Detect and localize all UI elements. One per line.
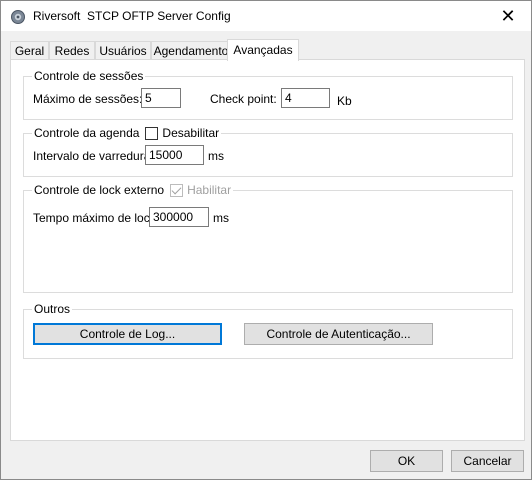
- tab-label: Redes: [54, 44, 90, 58]
- tab-label: Avançadas: [233, 43, 293, 57]
- close-icon: ✕: [500, 5, 516, 26]
- max-lock-time-unit: ms: [213, 211, 229, 225]
- checkpoint-label: Check point:: [210, 92, 277, 106]
- tab-redes[interactable]: Redes: [49, 41, 95, 60]
- scan-interval-unit: ms: [208, 149, 224, 163]
- max-sessions-input[interactable]: [141, 88, 181, 108]
- external-lock-group-label: Controle de lock externo: [34, 183, 165, 197]
- sessions-group: Controle de sessões Máximo de sessões: C…: [23, 69, 513, 120]
- enable-lock-label: Habilitar: [187, 183, 232, 197]
- external-lock-group-title: Controle de lock externo Habilitar: [32, 183, 234, 197]
- title-bar[interactable]: Riversoft STCP OFTP Server Config ✕: [1, 1, 531, 31]
- scan-interval-label: Intervalo de varredura:: [33, 149, 154, 163]
- schedule-group-title: Controle da agenda Desabilitar: [32, 126, 222, 140]
- others-group-title: Outros: [32, 302, 73, 316]
- auth-control-button[interactable]: Controle de Autenticação...: [244, 323, 433, 345]
- tab-usuarios[interactable]: Usuários: [95, 41, 151, 60]
- tab-avancadas[interactable]: Avançadas: [227, 39, 299, 61]
- external-lock-group: Controle de lock externo Habilitar Tempo…: [23, 183, 513, 293]
- max-lock-time-label: Tempo máximo de lock:: [33, 211, 160, 225]
- tab-label: Usuários: [99, 44, 147, 58]
- schedule-group-label: Controle da agenda: [34, 126, 140, 140]
- enable-lock-checkbox[interactable]: [170, 183, 184, 197]
- ok-button[interactable]: OK: [370, 450, 443, 472]
- scan-interval-input[interactable]: [145, 145, 204, 165]
- schedule-group: Controle da agenda Desabilitar Intervalo…: [23, 126, 513, 177]
- checkpoint-unit: Kb: [337, 94, 352, 108]
- close-button[interactable]: ✕: [485, 1, 531, 31]
- disable-schedule-label[interactable]: Desabilitar: [162, 126, 219, 140]
- sessions-group-title: Controle de sessões: [32, 69, 146, 83]
- max-sessions-label: Máximo de sessões:: [33, 92, 143, 106]
- cancel-button[interactable]: Cancelar: [451, 450, 524, 472]
- disable-schedule-checkbox[interactable]: [145, 126, 159, 140]
- app-gear-icon: [10, 9, 26, 25]
- tab-panel-avancadas: Controle de sessões Máximo de sessões: C…: [10, 59, 525, 441]
- others-group: Outros Controle de Log... Controle de Au…: [23, 302, 513, 359]
- log-control-button[interactable]: Controle de Log...: [33, 323, 222, 345]
- config-window: Riversoft STCP OFTP Server Config ✕ Gera…: [0, 0, 532, 480]
- tab-label: Agendamento: [153, 44, 229, 58]
- tab-strip: Geral Redes Usuários Agendamento Avançad…: [10, 39, 525, 61]
- tab-geral[interactable]: Geral: [10, 41, 49, 60]
- tab-agendamento[interactable]: Agendamento: [151, 41, 231, 60]
- tab-label: Geral: [14, 44, 45, 58]
- window-title: Riversoft STCP OFTP Server Config: [33, 9, 231, 23]
- max-lock-time-input[interactable]: [149, 207, 209, 227]
- checkpoint-input[interactable]: [281, 88, 330, 108]
